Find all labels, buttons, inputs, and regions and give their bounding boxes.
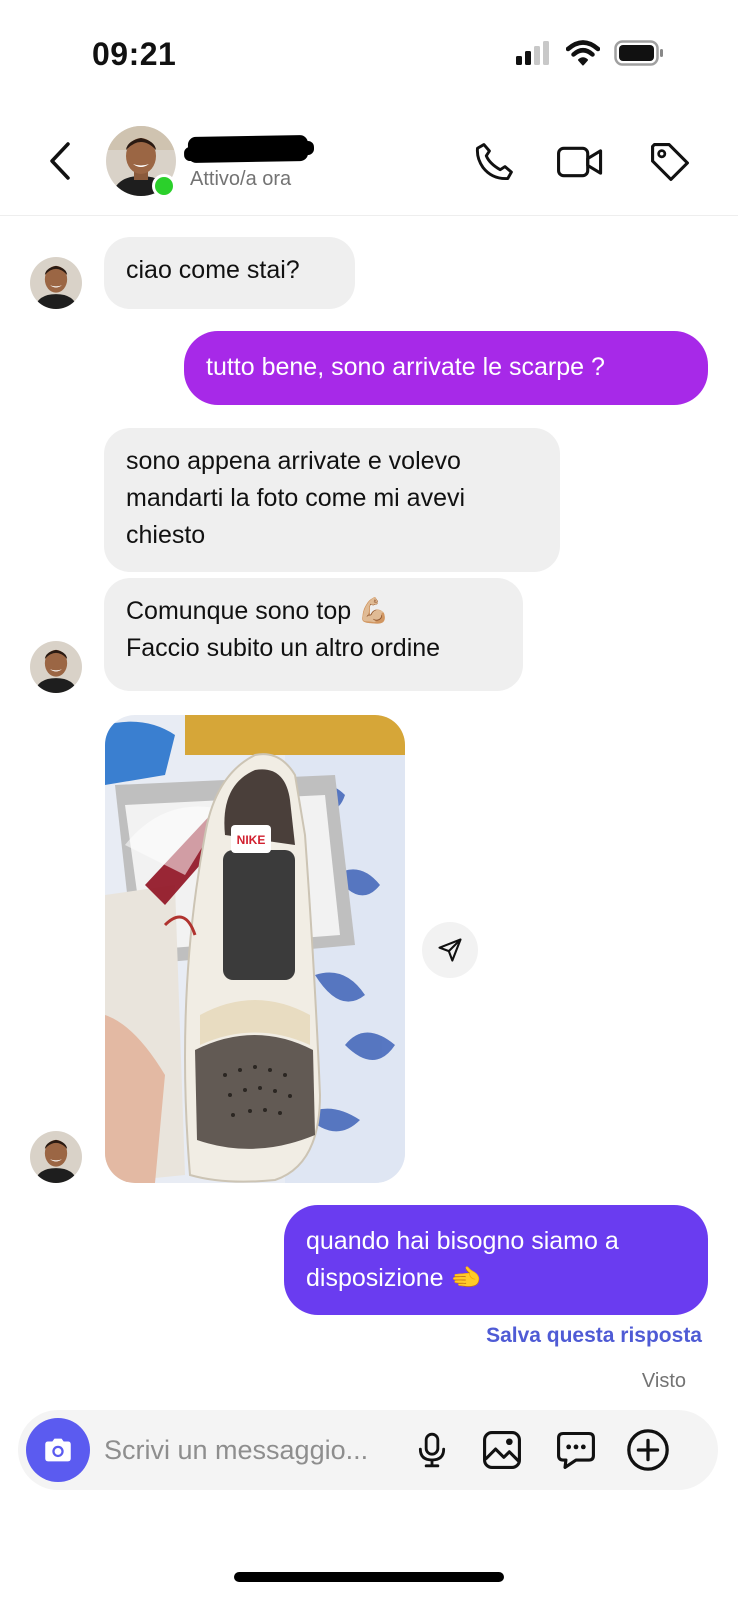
chat-header: Attivo/a ora [0,110,738,216]
seen-receipt: Visto [641,1370,686,1392]
message-line: Comunque sono top 💪🏼 [126,597,390,625]
status-bar: 09:21 [0,0,738,110]
battery-icon [614,40,664,66]
message-incoming[interactable]: ciao come stai? [104,237,355,309]
call-button[interactable] [470,138,518,186]
tag-icon [651,143,689,181]
shoe-image: NIKE [105,715,405,1183]
more-options-button[interactable] [624,1426,672,1474]
cellular-signal-icon [516,41,552,65]
sender-avatar[interactable] [30,641,82,693]
contact-status: Attivo/a ora [190,168,292,190]
gallery-button[interactable] [478,1426,526,1474]
status-time: 09:21 [92,36,177,72]
sticker-chat-icon [557,1431,595,1469]
plus-icon [627,1429,669,1471]
online-indicator [152,174,176,198]
save-reply-link[interactable]: Salva questa risposta [486,1324,702,1348]
video-icon [557,146,603,178]
back-button[interactable] [40,136,80,186]
voice-message-button[interactable] [408,1426,456,1474]
sticker-button[interactable] [552,1426,600,1474]
message-outgoing[interactable]: quando hai bisogno siamo a disposizione … [284,1205,708,1315]
label-button[interactable] [646,138,694,186]
video-call-button[interactable] [556,138,604,186]
message-input[interactable] [104,1430,404,1470]
status-icons [516,40,664,66]
camera-button[interactable] [26,1418,90,1482]
microphone-icon [418,1432,446,1468]
message-incoming[interactable]: sono appena arrivate e volevo mandarti l… [104,428,560,572]
send-icon [438,938,462,962]
message-line: Faccio subito un altro ordine [126,634,441,662]
message-composer [18,1410,718,1490]
sneaker-photo[interactable]: NIKE [105,715,405,1183]
message-incoming[interactable]: Comunque sono top 💪🏼 Faccio subito un al… [104,578,523,691]
svg-text:NIKE: NIKE [237,833,266,847]
redacted-contact-name [187,134,309,164]
avatar-portrait [30,641,82,693]
camera-icon [45,1438,71,1462]
avatar-portrait [30,1131,82,1183]
back-icon [50,142,70,180]
wifi-icon [566,40,600,66]
phone-icon [475,143,513,180]
share-button[interactable] [422,922,478,978]
gallery-icon [483,1431,521,1469]
sender-avatar[interactable] [30,257,82,309]
avatar-portrait [30,257,82,309]
message-outgoing[interactable]: tutto bene, sono arrivate le scarpe ? [184,331,708,405]
sender-avatar[interactable] [30,1131,82,1183]
home-indicator[interactable] [234,1572,504,1582]
